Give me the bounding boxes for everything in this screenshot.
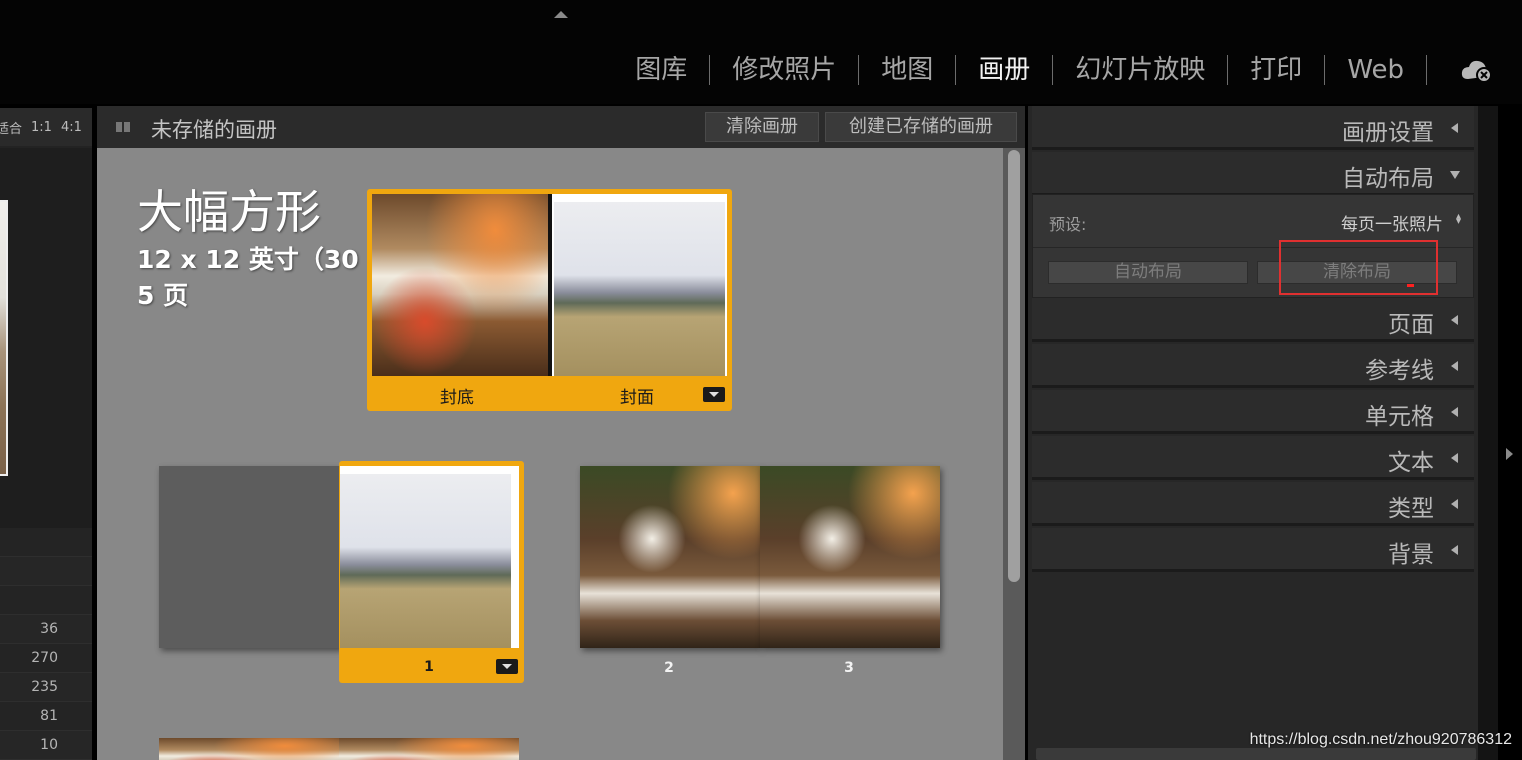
count-row[interactable]: 36 bbox=[0, 615, 92, 644]
cover-spread[interactable]: 封底 封面 bbox=[367, 189, 732, 411]
section-text[interactable]: 文本 bbox=[1032, 436, 1474, 480]
section-type[interactable]: 类型 bbox=[1032, 482, 1474, 526]
module-web[interactable]: Web bbox=[1325, 52, 1426, 88]
book-header-bar: 未存储的画册 清除画册 创建已存储的画册 bbox=[97, 106, 1025, 148]
section-page[interactable]: 页面 bbox=[1032, 298, 1474, 342]
count-row[interactable] bbox=[0, 528, 92, 557]
right-edge-strip bbox=[1498, 104, 1522, 760]
expanded-triangle-icon bbox=[1450, 171, 1460, 179]
module-list: 图库 修改照片 地图 画册 幻灯片放映 打印 Web bbox=[613, 52, 1427, 88]
watermark-text: https://blog.csdn.net/zhou920786312 bbox=[1249, 731, 1512, 748]
collapse-top-panel-icon[interactable] bbox=[554, 11, 568, 18]
cloud-sync-error-icon[interactable] bbox=[1460, 57, 1494, 83]
page-menu-button[interactable] bbox=[496, 659, 518, 674]
front-cover-page[interactable] bbox=[552, 194, 727, 376]
collapsed-triangle-icon bbox=[1451, 315, 1458, 325]
multi-page-view-icon[interactable] bbox=[116, 122, 130, 132]
module-map[interactable]: 地图 bbox=[859, 52, 955, 88]
zoom-4-1-option[interactable]: 4:1 bbox=[61, 120, 82, 135]
count-row[interactable]: 10 bbox=[0, 731, 92, 760]
zoom-fit-option[interactable]: 适合 bbox=[0, 118, 22, 137]
right-panel: 画册设置 自动布局 预设: 每页一张照片 ▴ ▾ 自动布局 清除布局 页面 参考线… bbox=[1028, 106, 1478, 760]
annotation-highlight-box bbox=[1279, 240, 1438, 295]
collapse-right-panel-icon[interactable] bbox=[1506, 448, 1513, 460]
collapsed-triangle-icon bbox=[1451, 361, 1458, 371]
navigator-zoom-row: 适合 1:1 4:1 bbox=[0, 108, 92, 146]
count-row[interactable]: 235 bbox=[0, 673, 92, 702]
book-format-name: 大幅方形 bbox=[137, 185, 321, 239]
page-number: 3 bbox=[844, 660, 854, 676]
collapsed-triangle-icon bbox=[1451, 123, 1458, 133]
preset-label: 预设: bbox=[1049, 215, 1087, 234]
collapsed-triangle-icon bbox=[1451, 453, 1458, 463]
section-title: 页面 bbox=[1388, 312, 1434, 338]
collapsed-triangle-icon bbox=[1451, 499, 1458, 509]
section-title: 参考线 bbox=[1365, 358, 1434, 384]
section-background[interactable]: 背景 bbox=[1032, 528, 1474, 572]
book-workspace: 未存储的画册 清除画册 创建已存储的画册 大幅方形 12 x 12 英寸（30 … bbox=[97, 106, 1025, 760]
module-slideshow[interactable]: 幻灯片放映 bbox=[1053, 52, 1227, 88]
book-title: 未存储的画册 bbox=[151, 118, 277, 142]
scrollbar-thumb[interactable] bbox=[1008, 150, 1020, 582]
canvas-scrollbar[interactable] bbox=[1003, 148, 1025, 760]
module-print[interactable]: 打印 bbox=[1228, 52, 1324, 88]
module-picker-bar: 图库 修改照片 地图 画册 幻灯片放映 打印 Web bbox=[0, 0, 1522, 104]
front-cover-photo[interactable] bbox=[554, 202, 725, 376]
page-2-photo[interactable] bbox=[580, 466, 760, 648]
count-row[interactable]: 81 bbox=[0, 702, 92, 731]
updown-arrows-icon: ▴ ▾ bbox=[1455, 211, 1461, 227]
clear-book-button[interactable]: 清除画册 bbox=[705, 112, 819, 142]
zoom-1-1-option[interactable]: 1:1 bbox=[31, 120, 52, 135]
navigator-preview bbox=[0, 148, 92, 528]
collapsed-triangle-icon bbox=[1451, 545, 1458, 555]
section-title: 自动布局 bbox=[1342, 166, 1434, 192]
section-auto-layout[interactable]: 自动布局 bbox=[1032, 152, 1474, 196]
collapsed-triangle-icon bbox=[1451, 407, 1458, 417]
panel-bottom-bar bbox=[1036, 748, 1476, 760]
page-3-photo[interactable] bbox=[760, 466, 940, 648]
book-page-count: 5 页 bbox=[137, 281, 189, 310]
page-menu-button[interactable] bbox=[703, 387, 725, 402]
create-saved-book-button[interactable]: 创建已存储的画册 bbox=[825, 112, 1017, 142]
back-cover-photo[interactable] bbox=[372, 194, 548, 376]
module-book[interactable]: 画册 bbox=[956, 52, 1052, 88]
auto-layout-button[interactable]: 自动布局 bbox=[1048, 261, 1248, 284]
page-5-photo[interactable] bbox=[339, 738, 519, 760]
count-row[interactable] bbox=[0, 557, 92, 586]
collection-count-list: 36 270 235 81 10 bbox=[0, 528, 92, 760]
page-number: 2 bbox=[664, 660, 674, 676]
section-title: 类型 bbox=[1388, 496, 1434, 522]
preset-select[interactable]: 每页一张照片 bbox=[1341, 210, 1443, 235]
module-library[interactable]: 图库 bbox=[613, 52, 709, 88]
page-1-spread[interactable]: 1 bbox=[339, 461, 524, 683]
section-title: 单元格 bbox=[1365, 404, 1434, 430]
count-row[interactable]: 270 bbox=[0, 644, 92, 673]
section-title: 文本 bbox=[1388, 450, 1434, 476]
count-row[interactable] bbox=[0, 586, 92, 615]
left-panel: 适合 1:1 4:1 36 270 235 81 10 bbox=[0, 108, 92, 760]
section-title: 背景 bbox=[1388, 542, 1434, 568]
back-cover-label: 封底 bbox=[440, 388, 474, 408]
right-panel-scrollbar[interactable] bbox=[1478, 106, 1498, 760]
navigator-photo bbox=[0, 200, 8, 476]
section-cell[interactable]: 单元格 bbox=[1032, 390, 1474, 434]
page-1[interactable] bbox=[340, 466, 519, 648]
page-4-photo[interactable] bbox=[159, 738, 339, 760]
section-guides[interactable]: 参考线 bbox=[1032, 344, 1474, 388]
page-number: 1 bbox=[424, 659, 434, 675]
module-divider bbox=[1426, 55, 1427, 85]
blank-left-page bbox=[159, 466, 341, 648]
section-book-settings[interactable]: 画册设置 bbox=[1032, 106, 1474, 150]
section-title: 画册设置 bbox=[1342, 120, 1434, 146]
page-1-photo[interactable] bbox=[340, 474, 511, 648]
module-develop[interactable]: 修改照片 bbox=[710, 52, 858, 88]
front-cover-label: 封面 bbox=[620, 388, 654, 408]
annotation-cursor-mark bbox=[1407, 284, 1414, 287]
page-canvas: 大幅方形 12 x 12 英寸（30 x 30 厘米） 5 页 封底 封面 1 bbox=[97, 148, 1003, 760]
